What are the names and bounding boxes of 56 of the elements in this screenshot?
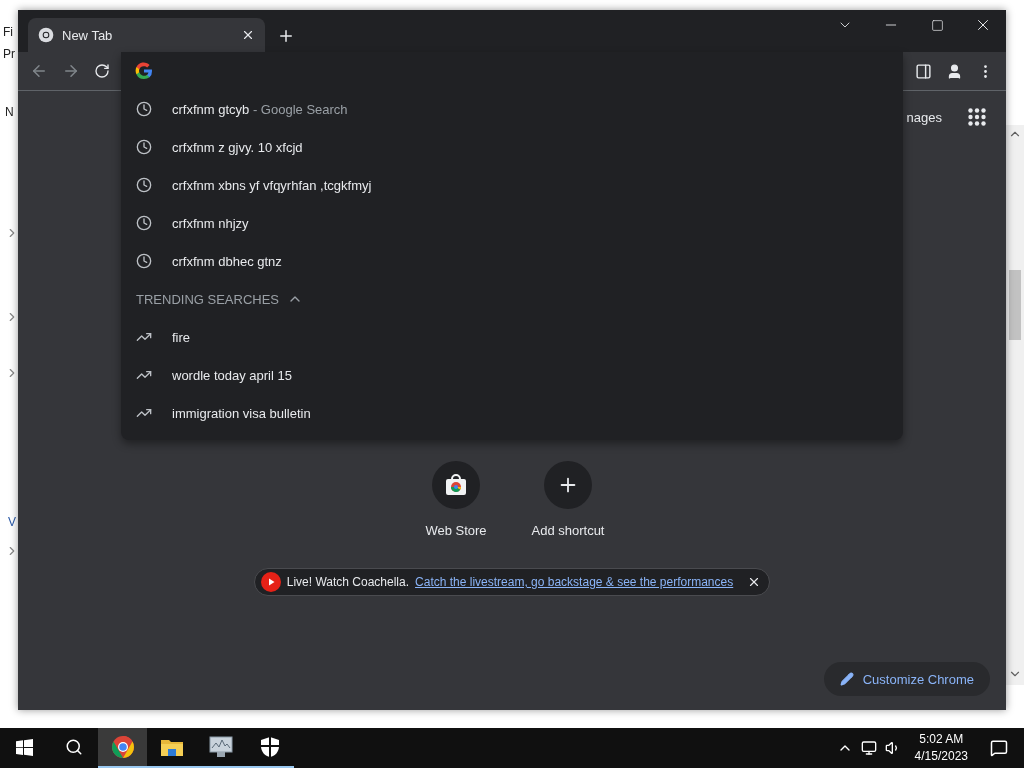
plus-icon[interactable]: [277, 27, 295, 45]
suggestion-item[interactable]: immigration visa bulletin: [121, 394, 903, 432]
apps-grid-icon[interactable]: [968, 108, 986, 126]
shortcut-tile[interactable]: [544, 461, 592, 509]
windows-start-icon[interactable]: [16, 738, 33, 756]
suggestion-item[interactable]: fire: [121, 318, 903, 356]
chrome-icon: [38, 27, 54, 43]
chrome-icon: [110, 735, 135, 759]
folder-icon: [160, 738, 183, 756]
shortcut-label[interactable]: Web Store: [425, 523, 487, 538]
shortcut-tile[interactable]: [432, 461, 480, 509]
label-text: Fi: [3, 25, 13, 39]
suggestion-item[interactable]: crfxfnm z gjvy. 10 xfcjd: [121, 128, 903, 166]
scrollbar[interactable]: [1006, 125, 1024, 685]
history-icon: [136, 177, 152, 193]
suggestion-item[interactable]: crfxfnm dbhec gtnz: [121, 242, 903, 280]
clock-date: 4/15/2023: [914, 748, 968, 765]
shield-icon: [259, 736, 280, 758]
maximize-icon[interactable]: [930, 18, 944, 32]
tab-title: New Tab: [62, 27, 114, 43]
customize-chrome-button[interactable]: Customize Chrome: [823, 662, 990, 696]
suggestion-item[interactable]: crfxfnm xbns yf vfqyrhfan ,tcgkfmyj: [121, 166, 903, 204]
history-icon: [136, 215, 152, 231]
label-text: Pr: [3, 47, 15, 61]
google-icon: [135, 62, 153, 80]
notifications-icon[interactable]: [990, 739, 1008, 757]
close-icon[interactable]: [241, 28, 255, 42]
suggestion-item[interactable]: wordle today april 15: [121, 356, 903, 394]
back-icon[interactable]: [30, 62, 48, 80]
profile-icon[interactable]: [946, 62, 963, 80]
clock[interactable]: 5:02 AM 4/15/2023: [914, 731, 968, 765]
play-logo-icon: [260, 572, 281, 592]
network-icon[interactable]: [860, 740, 877, 756]
side-panel-icon[interactable]: [915, 62, 932, 80]
section-header: TRENDING SEARCHES: [136, 291, 280, 307]
images-link[interactable]: nages: [906, 109, 942, 125]
history-icon: [136, 253, 152, 269]
suggestion-item[interactable]: crfxfnm gtcyb - Google Search: [121, 90, 903, 128]
taskbar-app[interactable]: [98, 728, 147, 768]
reload-icon[interactable]: [94, 63, 110, 79]
promo-text: Live! Watch Coachella.: [286, 575, 410, 589]
suggestion-item[interactable]: crfxfnm nhjzy: [121, 204, 903, 242]
label-text: N: [5, 105, 14, 119]
link-text[interactable]: V: [8, 515, 16, 529]
promo-link[interactable]: Catch the livestream, go backstage & see the performances: [415, 575, 734, 589]
history-icon: [136, 101, 152, 117]
browser-tab[interactable]: New Tab: [28, 18, 265, 52]
pencil-icon: [839, 672, 854, 686]
search-icon[interactable]: [64, 738, 83, 756]
clock-time: 5:02 AM: [919, 731, 964, 748]
forward-icon[interactable]: [62, 62, 80, 80]
web-store-icon: [445, 474, 467, 496]
monitor-icon: [208, 736, 233, 758]
scrollbar-thumb[interactable]: [1009, 270, 1021, 340]
shortcut-label[interactable]: Add shortcut: [531, 523, 605, 538]
history-icon: [136, 139, 152, 155]
